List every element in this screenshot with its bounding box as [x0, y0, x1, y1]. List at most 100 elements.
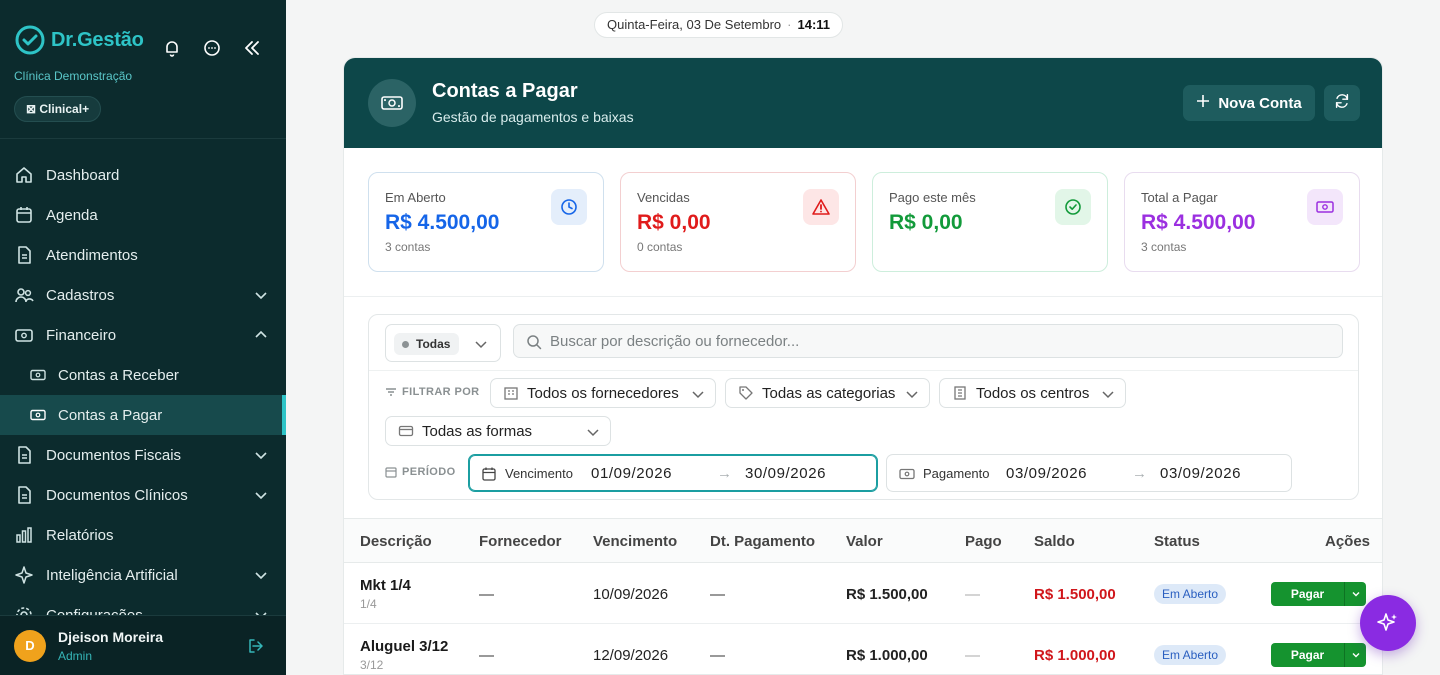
main-panel: Contas a Pagar Gestão de pagamentos e ba…	[343, 57, 1383, 675]
sidebar-item-dashboard[interactable]: Dashboard	[0, 155, 286, 195]
pay-button[interactable]: Pagar	[1271, 643, 1344, 667]
plus-icon	[1196, 94, 1210, 112]
banknote-icon	[30, 367, 46, 383]
credit-card-icon	[398, 423, 414, 439]
row-value: R$ 1.500,00	[846, 586, 928, 603]
col-description[interactable]: Descrição	[360, 533, 432, 550]
calendar-icon	[14, 205, 34, 225]
cost-center-select[interactable]: Todos os centros	[939, 378, 1126, 408]
sidebar-item-atendimentos[interactable]: Atendimentos	[0, 235, 286, 275]
page-subtitle: Gestão de pagamentos e baixas	[432, 109, 634, 125]
row-paid-date: —	[710, 647, 725, 664]
avatar[interactable]: D	[14, 630, 46, 662]
chevron-up-icon	[254, 328, 268, 342]
current-time: 14:11	[797, 17, 831, 32]
sidebar-item-label: Inteligência Artificial	[46, 566, 178, 584]
category-select[interactable]: Todas as categorias	[725, 378, 930, 408]
row-paid: —	[965, 586, 980, 603]
brand-logo[interactable]: Dr.Gestão	[14, 24, 144, 56]
status-badge: Em Aberto	[1154, 645, 1227, 665]
chevron-down-icon	[254, 448, 268, 462]
sidebar-item-relatorios[interactable]: Relatórios	[0, 515, 286, 555]
payment-date-from[interactable]: 03/09/2026	[1006, 465, 1087, 482]
sidebar-item-documentos-fiscais[interactable]: Documentos Fiscais	[0, 435, 286, 475]
refresh-button[interactable]	[1324, 85, 1360, 121]
sidebar: Dr.Gestão Clínica Demonstração ⊠ Clinica…	[0, 0, 286, 675]
date-time-pill: Quinta-Feira, 03 De Setembro · 14:11	[594, 12, 844, 38]
stat-count: 3 contas	[385, 240, 431, 254]
col-status[interactable]: Status	[1154, 533, 1200, 550]
check-circle-icon	[1055, 189, 1091, 225]
row-due-date: 10/09/2026	[593, 586, 669, 603]
due-date-to[interactable]: 30/09/2026	[745, 465, 826, 482]
sidebar-item-agenda[interactable]: Agenda	[0, 195, 286, 235]
sidebar-item-label: Contas a Receber	[58, 366, 179, 384]
sidebar-item-contas-pagar[interactable]: Contas a Pagar	[0, 395, 286, 435]
payment-date-range[interactable]: Pagamento 03/09/2026 → 03/09/2026	[886, 454, 1292, 492]
col-paid[interactable]: Pago	[965, 533, 1002, 550]
status-select[interactable]: Todas	[385, 324, 501, 362]
sidebar-item-documentos-clinicos[interactable]: Documentos Clínicos	[0, 475, 286, 515]
bar-chart-icon	[14, 525, 34, 545]
chat-icon[interactable]	[202, 38, 222, 58]
clock-icon	[551, 189, 587, 225]
row-supplier: —	[479, 647, 494, 664]
accounts-table: Descrição Fornecedor Vencimento Dt. Paga…	[344, 518, 1382, 674]
sidebar-item-label: Agenda	[46, 206, 98, 224]
pay-button[interactable]: Pagar	[1271, 582, 1344, 606]
pay-options-button[interactable]	[1344, 643, 1366, 667]
pay-options-button[interactable]	[1344, 582, 1366, 606]
search-input[interactable]	[550, 326, 1330, 356]
stat-card-open: Em Aberto R$ 4.500,00 3 contas	[368, 172, 604, 272]
sidebar-item-label: Relatórios	[46, 526, 114, 544]
bell-icon[interactable]	[162, 38, 182, 58]
table-row[interactable]: Mkt 1/4 1/4 — 10/09/2026 — R$ 1.500,00 —…	[344, 563, 1382, 624]
row-paid-date: —	[710, 586, 725, 603]
stat-label: Em Aberto	[385, 190, 446, 205]
warning-icon	[803, 189, 839, 225]
col-supplier[interactable]: Fornecedor	[479, 533, 562, 550]
payment-date-to[interactable]: 03/09/2026	[1160, 465, 1241, 482]
sidebar-item-cadastros[interactable]: Cadastros	[0, 275, 286, 315]
stat-card-overdue: Vencidas R$ 0,00 0 contas	[620, 172, 856, 272]
payment-form-select[interactable]: Todas as formas	[385, 416, 611, 446]
plan-badge: ⊠ Clinical+	[14, 96, 102, 122]
search-field	[513, 324, 1343, 358]
banknote-icon	[368, 79, 416, 127]
table-row[interactable]: Aluguel 3/12 3/12 — 12/09/2026 — R$ 1.00…	[344, 624, 1382, 674]
payment-date-label: Pagamento	[923, 466, 990, 481]
chevron-down-icon	[254, 568, 268, 582]
collapse-sidebar-icon[interactable]	[242, 38, 262, 58]
window-corner	[1420, 630, 1440, 675]
chevron-down-icon	[586, 425, 600, 439]
stat-label: Total a Pagar	[1141, 190, 1218, 205]
row-description: Aluguel 3/12	[360, 638, 449, 655]
row-balance: R$ 1.500,00	[1034, 586, 1116, 603]
date-separator: ·	[787, 17, 792, 32]
due-date-from[interactable]: 01/09/2026	[591, 465, 672, 482]
row-installment: 3/12	[360, 658, 384, 672]
col-actions: Ações	[1325, 533, 1371, 550]
sidebar-divider	[0, 138, 286, 139]
summary-cards: Em Aberto R$ 4.500,00 3 contas Vencidas …	[368, 172, 1360, 272]
sidebar-item-contas-receber[interactable]: Contas a Receber	[0, 355, 286, 395]
col-value[interactable]: Valor	[846, 533, 883, 550]
sidebar-item-configuracoes[interactable]: Configurações	[0, 595, 286, 615]
supplier-value: Todos os fornecedores	[527, 384, 679, 402]
col-balance[interactable]: Saldo	[1034, 533, 1075, 550]
sidebar-item-label: Atendimentos	[46, 246, 138, 264]
logout-icon[interactable]	[248, 638, 264, 654]
new-account-button[interactable]: Nova Conta	[1183, 85, 1315, 121]
stat-value: R$ 4.500,00	[1141, 211, 1256, 234]
sidebar-nav: Dashboard Agenda Atendimentos Cadastros …	[0, 155, 286, 615]
clinic-name: Clínica Demonstração	[14, 69, 133, 83]
due-date-range[interactable]: Vencimento 01/09/2026 → 30/09/2026	[468, 454, 878, 492]
sparkle-icon	[14, 565, 34, 585]
supplier-select[interactable]: Todos os fornecedores	[490, 378, 716, 408]
col-paid-date[interactable]: Dt. Pagamento	[710, 533, 815, 550]
sidebar-item-ia[interactable]: Inteligência Artificial	[0, 555, 286, 595]
sidebar-item-financeiro[interactable]: Financeiro	[0, 315, 286, 355]
ai-assistant-button[interactable]	[1360, 595, 1416, 651]
col-due[interactable]: Vencimento	[593, 533, 677, 550]
user-panel: D Djeison Moreira Admin	[0, 615, 286, 675]
